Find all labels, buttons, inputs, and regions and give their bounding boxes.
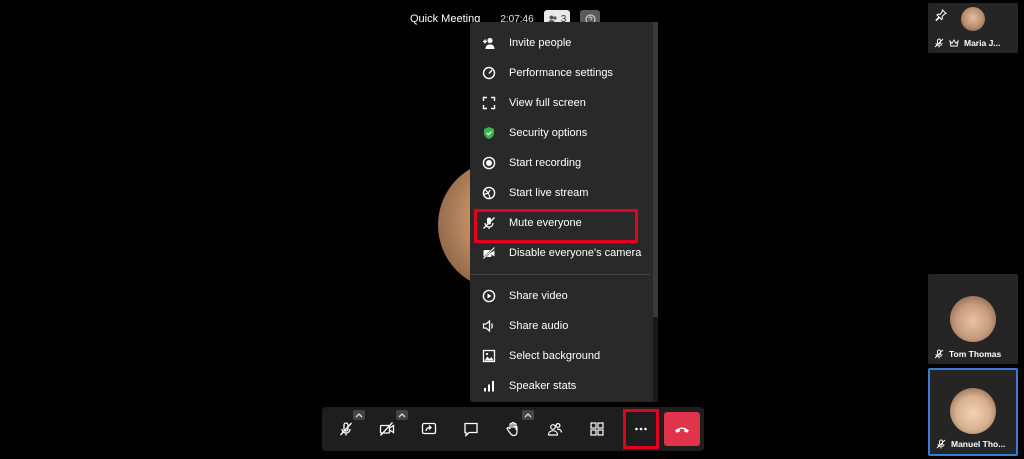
more-actions-highlight [623, 409, 659, 449]
menu-item-disable-everyone-camera[interactable]: Disable everyone's camera [470, 238, 658, 268]
camera-off-icon [482, 246, 496, 260]
mic-muted-icon [934, 38, 944, 48]
tile-name-row: Tom Thomas [934, 349, 1001, 359]
hangup-icon [675, 427, 689, 433]
menu-item-label: Start live stream [509, 187, 589, 199]
menu-item-speaker-stats[interactable]: Speaker stats [470, 371, 658, 401]
menu-item-label: Performance settings [509, 67, 613, 79]
avatar [950, 296, 996, 342]
participant-tile-maria[interactable]: Maria J... [928, 3, 1018, 53]
menu-item-label: Start recording [509, 157, 582, 169]
menu-item-label: Select background [509, 350, 601, 362]
image-icon [482, 349, 496, 363]
live-stream-icon [482, 186, 496, 200]
menu-item-select-background[interactable]: Select background [470, 341, 658, 371]
moderator-crown-icon [949, 39, 959, 47]
tile-view-button[interactable] [583, 415, 611, 443]
fullscreen-icon [482, 96, 496, 110]
share-screen-button[interactable] [415, 415, 443, 443]
more-actions-menu: Invite people Performance settings View … [470, 22, 658, 402]
menu-item-full-screen[interactable]: View full screen [470, 88, 658, 118]
menu-item-security-options[interactable]: Security options [470, 118, 658, 148]
participant-name: Manuel Tho... [951, 439, 1006, 449]
avatar [950, 388, 996, 434]
menu-item-performance-settings[interactable]: Performance settings [470, 58, 658, 88]
menu-item-label: Share audio [509, 320, 569, 332]
menu-item-label: Disable everyone's camera [509, 247, 642, 259]
participant-name: Maria J... [964, 38, 1001, 48]
menu-item-start-recording[interactable]: Start recording [470, 148, 658, 178]
invite-people-icon [482, 36, 496, 50]
microphone-toggle-button[interactable] [332, 415, 360, 443]
menu-divider [470, 274, 650, 275]
participants-button[interactable] [541, 415, 569, 443]
tile-name-row: Maria J... [934, 38, 1000, 48]
mute-everyone-icon [482, 216, 496, 230]
bar-stats-icon [482, 379, 496, 393]
menu-item-mute-everyone[interactable]: Mute everyone [470, 208, 658, 243]
mic-muted-icon [936, 439, 946, 449]
camera-off-icon [379, 422, 395, 436]
menu-item-label: Share video [509, 290, 568, 302]
menu-item-label: Security options [509, 127, 588, 139]
microphone-muted-icon [340, 422, 352, 436]
menu-item-label: View full screen [509, 97, 586, 109]
performance-gauge-icon [482, 66, 496, 80]
raise-hand-button[interactable] [499, 415, 527, 443]
chat-icon [464, 422, 478, 437]
avatar [961, 7, 985, 31]
menu-item-start-live-stream[interactable]: Start live stream [470, 178, 658, 208]
speaker-icon [482, 319, 496, 333]
menu-item-share-video[interactable]: Share video [470, 281, 658, 311]
menu-item-label: Mute everyone [509, 217, 582, 229]
meeting-toolbar [322, 407, 704, 451]
participant-tile-manuel[interactable]: Manuel Tho... [928, 368, 1018, 456]
participant-name: Tom Thomas [949, 349, 1002, 359]
menu-item-invite-people[interactable]: Invite people [470, 28, 658, 58]
menu-item-label: Speaker stats [509, 380, 577, 392]
play-icon [482, 289, 496, 303]
camera-toggle-button[interactable] [373, 415, 401, 443]
shield-icon [482, 126, 496, 140]
hangup-button[interactable] [664, 412, 700, 446]
menu-item-share-audio[interactable]: Share audio [470, 311, 658, 341]
record-icon [482, 156, 496, 170]
pin-icon[interactable] [932, 6, 950, 24]
share-screen-icon [421, 422, 437, 435]
tile-name-row: Manuel Tho... [936, 439, 1005, 449]
raise-hand-icon [506, 421, 518, 437]
participants-icon [547, 422, 563, 436]
participant-tile-tom[interactable]: Tom Thomas [928, 274, 1018, 364]
menu-item-label: Invite people [509, 37, 572, 49]
tile-view-icon [590, 422, 604, 436]
chat-button[interactable] [457, 415, 485, 443]
mic-muted-icon [934, 349, 944, 359]
